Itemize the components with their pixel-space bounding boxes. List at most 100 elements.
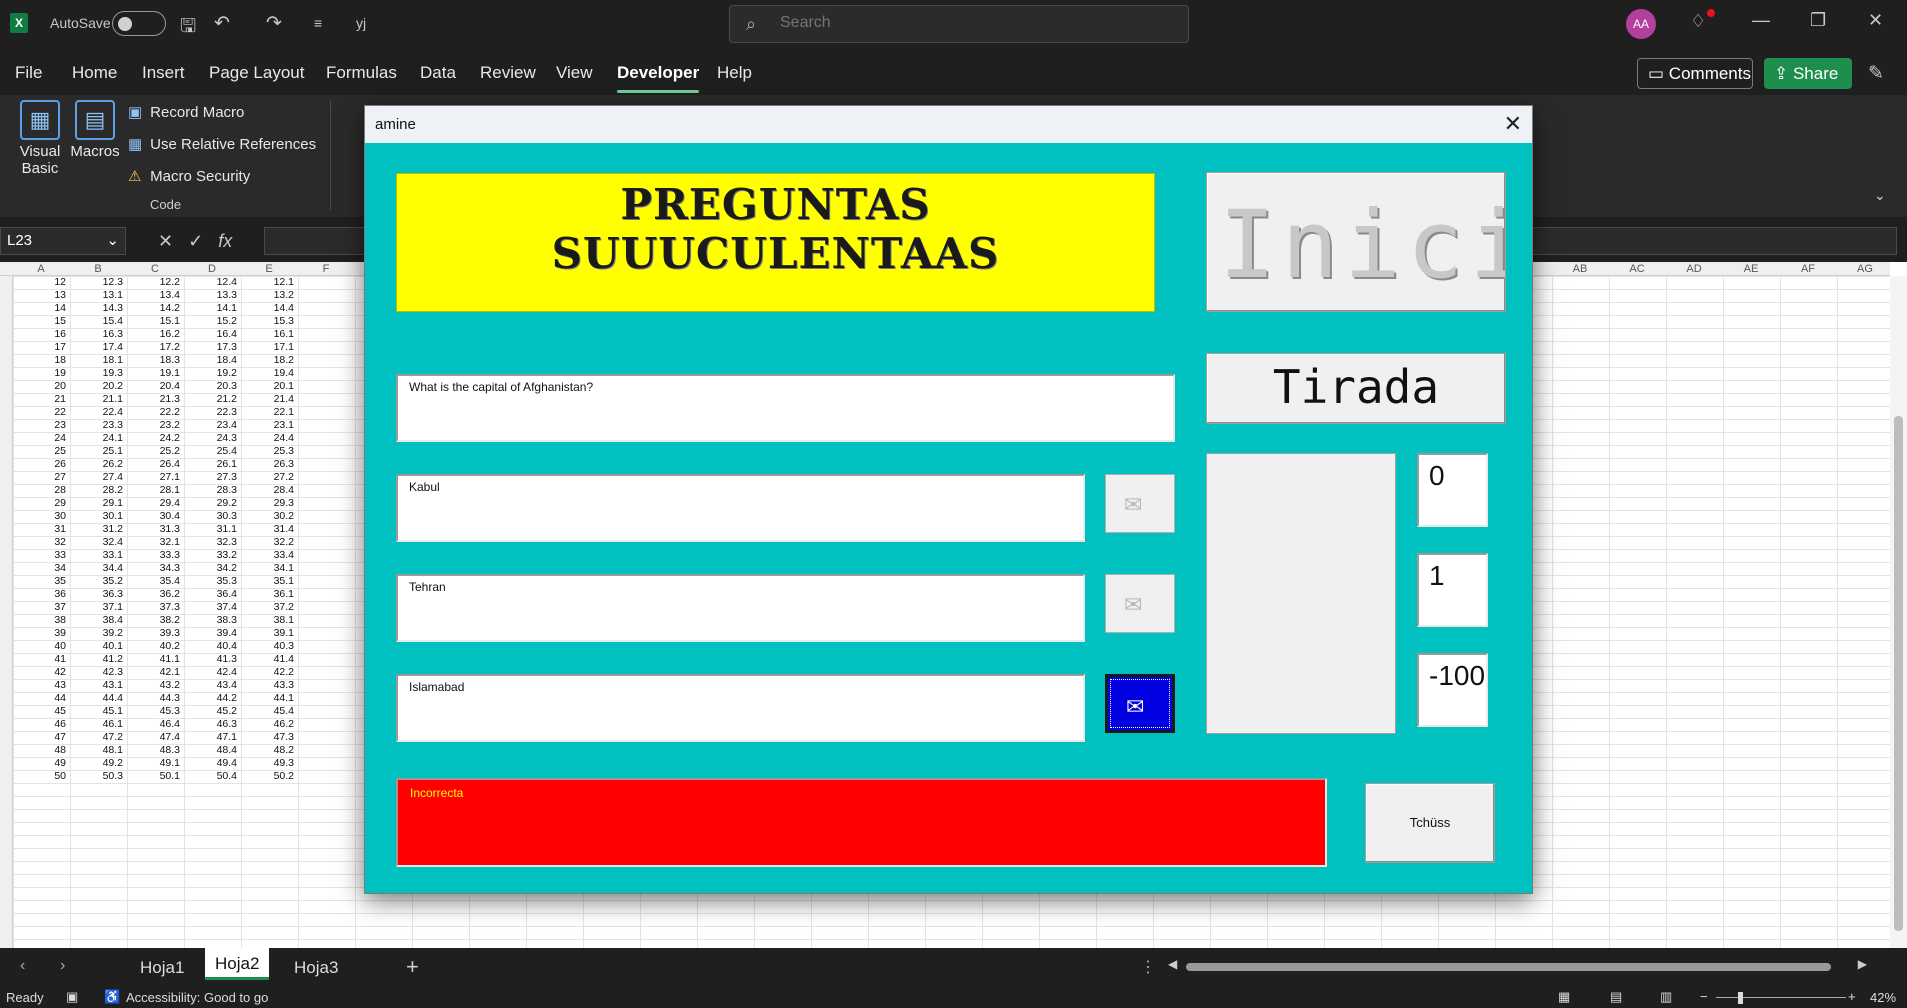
- insert-function-icon[interactable]: fx: [218, 231, 232, 251]
- cell[interactable]: 41.2: [73, 653, 123, 665]
- cell[interactable]: 27.2: [244, 471, 294, 483]
- cell[interactable]: 23.4: [187, 419, 237, 431]
- cell[interactable]: 14.1: [187, 302, 237, 314]
- cell[interactable]: 15.1: [130, 315, 180, 327]
- cell[interactable]: 21.2: [187, 393, 237, 405]
- cell[interactable]: 17.1: [244, 341, 294, 353]
- cell[interactable]: 13.4: [130, 289, 180, 301]
- cell[interactable]: 39.2: [73, 627, 123, 639]
- cell[interactable]: 47.3: [244, 731, 294, 743]
- cell[interactable]: 41.1: [130, 653, 180, 665]
- cell[interactable]: 42: [16, 666, 66, 678]
- score-box-1[interactable]: 0: [1417, 453, 1488, 527]
- cell[interactable]: 37.3: [130, 601, 180, 613]
- normal-view-icon[interactable]: ▦: [1558, 989, 1570, 1005]
- cell[interactable]: 42.1: [130, 666, 180, 678]
- cell[interactable]: 50.4: [187, 770, 237, 782]
- cell[interactable]: 21.4: [244, 393, 294, 405]
- cell[interactable]: 17.3: [187, 341, 237, 353]
- column-header[interactable]: B: [94, 263, 101, 275]
- cell[interactable]: 26.2: [73, 458, 123, 470]
- cell[interactable]: 48.1: [73, 744, 123, 756]
- cell[interactable]: 47.1: [187, 731, 237, 743]
- cell[interactable]: 16: [16, 328, 66, 340]
- restore-icon[interactable]: ❐: [1810, 10, 1826, 31]
- cell[interactable]: 18: [16, 354, 66, 366]
- sheet-tab-hoja3[interactable]: Hoja3: [294, 958, 338, 978]
- cell[interactable]: 22.1: [244, 406, 294, 418]
- cell[interactable]: 30.3: [187, 510, 237, 522]
- cell[interactable]: 33.2: [187, 549, 237, 561]
- cell[interactable]: 18.1: [73, 354, 123, 366]
- cell[interactable]: 27: [16, 471, 66, 483]
- cell[interactable]: 41: [16, 653, 66, 665]
- cell[interactable]: 28.1: [130, 484, 180, 496]
- cell[interactable]: 16.1: [244, 328, 294, 340]
- search-input[interactable]: [780, 14, 1160, 32]
- cell[interactable]: 15: [16, 315, 66, 327]
- zoom-level[interactable]: 42%: [1870, 990, 1896, 1005]
- cell[interactable]: 43.1: [73, 679, 123, 691]
- cell[interactable]: 13.3: [187, 289, 237, 301]
- avatar[interactable]: AA: [1626, 9, 1656, 39]
- cell[interactable]: 33.4: [244, 549, 294, 561]
- cell[interactable]: 27.1: [130, 471, 180, 483]
- tab-developer[interactable]: Developer: [617, 63, 700, 93]
- cell[interactable]: 42.3: [73, 666, 123, 678]
- score-box-2[interactable]: 1: [1417, 553, 1488, 627]
- cell[interactable]: 25.1: [73, 445, 123, 457]
- vertical-scrollbar[interactable]: [1890, 276, 1907, 948]
- horizontal-scrollbar[interactable]: ◀ ▶: [1168, 957, 1867, 973]
- cell[interactable]: 45.3: [130, 705, 180, 717]
- cell[interactable]: 40: [16, 640, 66, 652]
- cell[interactable]: 23.3: [73, 419, 123, 431]
- answer-textbox-3[interactable]: Islamabad: [396, 674, 1085, 742]
- record-macro-button[interactable]: ▣ Record Macro: [128, 103, 244, 121]
- cell[interactable]: 29.1: [73, 497, 123, 509]
- cell[interactable]: 12.2: [130, 276, 180, 288]
- cell[interactable]: 27.3: [187, 471, 237, 483]
- visual-basic-button[interactable]: ▦ Visual Basic: [15, 100, 65, 177]
- cell[interactable]: 47.4: [130, 731, 180, 743]
- cell[interactable]: 25.4: [187, 445, 237, 457]
- autosave-toggle[interactable]: [112, 11, 166, 36]
- cell[interactable]: 19: [16, 367, 66, 379]
- search-box[interactable]: ⌕: [729, 5, 1189, 43]
- cell[interactable]: 23: [16, 419, 66, 431]
- cell[interactable]: 26.4: [130, 458, 180, 470]
- cell[interactable]: 41.3: [187, 653, 237, 665]
- cell[interactable]: 19.3: [73, 367, 123, 379]
- cell[interactable]: 28: [16, 484, 66, 496]
- cell[interactable]: 40.3: [244, 640, 294, 652]
- cell[interactable]: 20.4: [130, 380, 180, 392]
- cell[interactable]: 16.4: [187, 328, 237, 340]
- cell[interactable]: 37: [16, 601, 66, 613]
- cell[interactable]: 16.3: [73, 328, 123, 340]
- cell[interactable]: 32.3: [187, 536, 237, 548]
- cell[interactable]: 38.2: [130, 614, 180, 626]
- cell[interactable]: 22.2: [130, 406, 180, 418]
- cell[interactable]: 35.4: [130, 575, 180, 587]
- cell[interactable]: 23.2: [130, 419, 180, 431]
- cell[interactable]: 33.1: [73, 549, 123, 561]
- column-header[interactable]: C: [151, 263, 159, 275]
- cell[interactable]: 12.3: [73, 276, 123, 288]
- cell[interactable]: 30.1: [73, 510, 123, 522]
- cell[interactable]: 13.1: [73, 289, 123, 301]
- exit-button[interactable]: Tchüss: [1365, 783, 1495, 863]
- save-icon[interactable]: 🖫: [180, 12, 196, 44]
- cell[interactable]: 15.3: [244, 315, 294, 327]
- cell[interactable]: 26: [16, 458, 66, 470]
- close-icon[interactable]: ✕: [1504, 111, 1522, 137]
- cell[interactable]: 17.4: [73, 341, 123, 353]
- column-header[interactable]: AD: [1686, 263, 1701, 275]
- tab-home[interactable]: Home: [72, 63, 117, 83]
- cell[interactable]: 46: [16, 718, 66, 730]
- customize-toolbar-icon[interactable]: ≡: [314, 15, 322, 31]
- file-name[interactable]: yj: [356, 15, 366, 31]
- cell[interactable]: 31.3: [130, 523, 180, 535]
- cell[interactable]: 49.1: [130, 757, 180, 769]
- cell[interactable]: 31: [16, 523, 66, 535]
- cell[interactable]: 39: [16, 627, 66, 639]
- feedback-icon[interactable]: ✎: [1868, 62, 1884, 85]
